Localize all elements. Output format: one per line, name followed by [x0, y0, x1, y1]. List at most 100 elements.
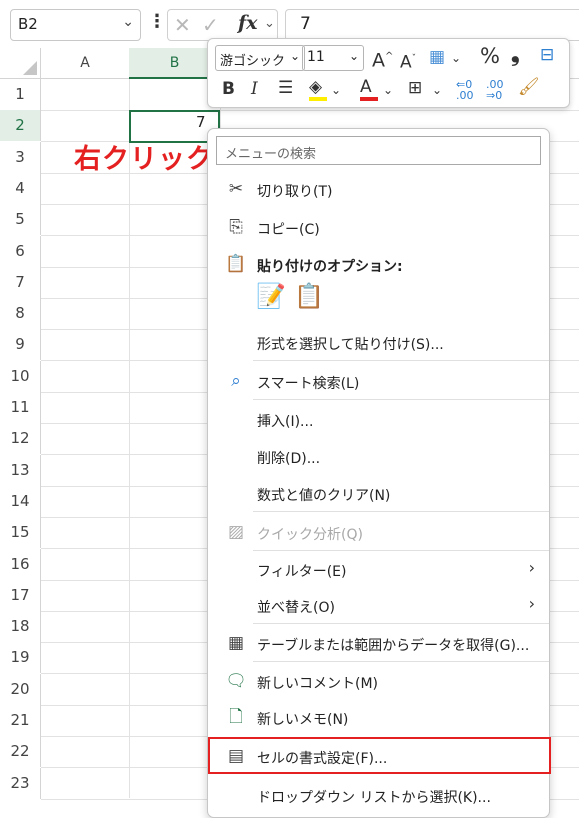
- menu-item-label: フィルター(E): [257, 564, 347, 580]
- more-icon[interactable]: ⋮: [148, 11, 166, 32]
- menu-item-dropdown-list[interactable]: ドロップダウン リストから選択(K)...: [208, 777, 549, 813]
- copy-icon: ⎘: [229, 217, 243, 237]
- paste-icon[interactable]: 📋: [294, 282, 324, 310]
- chevron-down-icon[interactable]: ⌄: [432, 80, 442, 100]
- row-header-1[interactable]: 1: [0, 79, 41, 110]
- row-header-6[interactable]: 6: [0, 235, 41, 267]
- menu-item-copy[interactable]: ⎘ コピー(C): [208, 209, 549, 245]
- menu-item-get-data[interactable]: ▦ テーブルまたは範囲からデータを取得(G)...: [208, 625, 549, 661]
- menu-item-sort[interactable]: 並べ替え(O) ›: [208, 587, 549, 623]
- chevron-down-icon[interactable]: ⌄: [290, 49, 300, 63]
- menu-item-label: クイック分析(Q): [257, 527, 363, 543]
- row-header-4[interactable]: 4: [0, 172, 41, 204]
- menu-item-label: 削除(D)...: [257, 451, 321, 467]
- row-header-22[interactable]: 22: [0, 736, 41, 768]
- format-cells-highlight: [208, 737, 551, 774]
- row-header-3[interactable]: 3: [0, 141, 41, 173]
- increase-decimal-icon[interactable]: ⇐0.00: [456, 79, 474, 101]
- new-comment-icon: 🗨: [225, 671, 247, 691]
- formula-input[interactable]: 7: [285, 9, 579, 41]
- gridline-row: [41, 110, 579, 111]
- menu-item-label: テーブルまたは範囲からデータを取得(G)...: [257, 638, 530, 654]
- name-box[interactable]: B2 ⌄: [10, 9, 141, 41]
- menu-item-insert[interactable]: 挿入(I)...: [208, 401, 549, 437]
- row-header-2[interactable]: 2: [0, 110, 41, 142]
- chevron-down-icon[interactable]: ⌄: [122, 14, 134, 30]
- name-box-value: B2: [18, 15, 38, 33]
- number-format-icon[interactable]: ▦: [429, 47, 445, 67]
- row-header-15[interactable]: 15: [0, 517, 41, 549]
- fill-color-icon[interactable]: ◈: [309, 77, 327, 101]
- italic-icon[interactable]: I: [251, 79, 258, 99]
- menu-item-cut[interactable]: ✂ 切り取り(T): [208, 171, 549, 207]
- wrap-text-icon[interactable]: ⊟: [540, 45, 554, 65]
- table-icon: ▦: [227, 633, 245, 653]
- row-header-20[interactable]: 20: [0, 673, 41, 705]
- menu-item-label: 貼り付けのオプション:: [257, 259, 403, 275]
- gridline-column: [129, 79, 130, 798]
- chevron-down-icon[interactable]: ⌄: [331, 80, 341, 100]
- row-header-18[interactable]: 18: [0, 611, 41, 643]
- comma-style-icon[interactable]: ❟: [511, 44, 520, 66]
- increase-font-icon[interactable]: A^: [372, 47, 393, 70]
- enter-icon[interactable]: ✓: [202, 13, 219, 37]
- align-center-icon[interactable]: ☰: [278, 78, 293, 98]
- paste-formatting-icon[interactable]: 📝: [256, 282, 286, 310]
- chevron-down-icon[interactable]: ⌄: [383, 80, 393, 100]
- context-menu: メニューの検索 ✂ 切り取り(T) ⎘ コピー(C) 📋 貼り付けのオプション: 📝 …: [207, 128, 551, 818]
- chevron-right-icon: ›: [528, 594, 535, 613]
- row-header-10[interactable]: 10: [0, 360, 41, 392]
- formula-buttons: ✕ ✓ fx ⌄: [167, 9, 278, 41]
- menu-item-new-note[interactable]: 🗋 新しいメモ(N): [208, 699, 549, 735]
- cancel-icon[interactable]: ✕: [174, 13, 191, 37]
- menu-item-clear[interactable]: 数式と値のクリア(N): [208, 475, 549, 511]
- menu-separator: [253, 511, 549, 512]
- menu-search-input[interactable]: メニューの検索: [216, 136, 541, 165]
- row-header-19[interactable]: 19: [0, 642, 41, 674]
- insert-function-icon[interactable]: fx: [238, 12, 258, 34]
- row-header-17[interactable]: 17: [0, 579, 41, 611]
- font-name-select[interactable]: 游ゴシック ⌄: [215, 45, 305, 71]
- decrease-decimal-icon[interactable]: .00 ⇒0: [486, 79, 504, 101]
- row-header-13[interactable]: 13: [0, 454, 41, 486]
- row-header-21[interactable]: 21: [0, 705, 41, 736]
- percent-icon[interactable]: %: [480, 46, 500, 67]
- font-name-value: 游ゴシック: [220, 54, 286, 69]
- menu-paste-options-header: 📋 貼り付けのオプション:: [208, 246, 549, 282]
- row-header-23[interactable]: 23: [0, 767, 41, 799]
- menu-item-paste-special[interactable]: 形式を選択して貼り付け(S)...: [208, 324, 549, 360]
- chevron-down-icon[interactable]: ⌄: [451, 48, 461, 68]
- row-header-16[interactable]: 16: [0, 548, 41, 580]
- clipboard-icon: 📋: [225, 254, 247, 274]
- font-color-icon[interactable]: A: [360, 77, 378, 101]
- column-header-a[interactable]: A: [41, 48, 129, 79]
- row-header-11[interactable]: 11: [0, 392, 41, 423]
- row-header-9[interactable]: 9: [0, 329, 41, 361]
- chevron-right-icon: ›: [528, 558, 535, 577]
- decrease-font-icon[interactable]: Aˇ: [400, 49, 416, 73]
- menu-separator: [253, 399, 549, 400]
- select-all-corner[interactable]: [0, 48, 41, 79]
- chevron-down-icon[interactable]: ⌄: [264, 16, 275, 31]
- menu-item-delete[interactable]: 削除(D)...: [208, 438, 549, 474]
- menu-item-label: スマート検索(L): [257, 376, 360, 392]
- menu-item-smart-lookup[interactable]: ⌕ スマート検索(L): [208, 363, 549, 399]
- menu-item-label: 挿入(I)...: [257, 414, 314, 430]
- row-header-5[interactable]: 5: [0, 204, 41, 236]
- format-painter-icon[interactable]: 🖌: [518, 77, 540, 97]
- row-header-14[interactable]: 14: [0, 485, 41, 517]
- row-header-7[interactable]: 7: [0, 266, 41, 298]
- chevron-down-icon[interactable]: ⌄: [349, 49, 359, 63]
- borders-icon[interactable]: ⊞: [408, 78, 422, 98]
- menu-item-filter[interactable]: フィルター(E) ›: [208, 551, 549, 587]
- row-header-12[interactable]: 12: [0, 423, 41, 455]
- menu-item-label: 並べ替え(O): [257, 600, 335, 616]
- menu-separator: [253, 623, 549, 624]
- font-size-select[interactable]: 11 ⌄: [302, 45, 364, 71]
- mini-toolbar: 游ゴシック ⌄ 11 ⌄ A^ Aˇ ▦ ⌄ % ❟ ⊟ B I ☰ ◈ ⌄ A ⌄…: [207, 38, 570, 108]
- search-icon: ⌕: [231, 371, 241, 391]
- row-header-8[interactable]: 8: [0, 298, 41, 330]
- cell-b2-value: 7: [196, 113, 206, 131]
- menu-item-new-comment[interactable]: 🗨 新しいコメント(M): [208, 663, 549, 699]
- bold-icon[interactable]: B: [222, 79, 235, 99]
